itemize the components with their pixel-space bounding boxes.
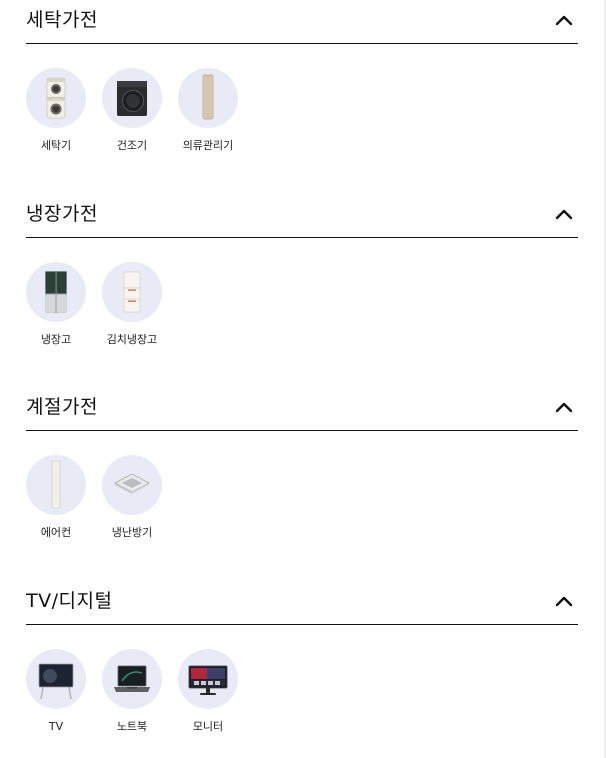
refrigerator-icon xyxy=(26,262,86,322)
category-item-refrigerator[interactable]: 냉장고 xyxy=(18,262,94,352)
chevron-up-icon[interactable] xyxy=(554,593,574,609)
category-item-hvac[interactable]: 냉난방기 xyxy=(94,455,170,545)
washer-tower-icon xyxy=(26,68,86,128)
chevron-up-icon[interactable] xyxy=(554,399,574,415)
item-label: 세탁기 xyxy=(40,139,72,152)
tv-icon xyxy=(26,649,86,709)
item-label: 의류관리기 xyxy=(182,139,234,152)
category-item-dryer[interactable]: 건조기 xyxy=(94,68,170,158)
item-label: 모니터 xyxy=(192,720,224,733)
item-label: 에어컨 xyxy=(40,526,72,539)
section-header-refrigeration[interactable]: 냉장가전 xyxy=(26,194,578,238)
chevron-up-icon[interactable] xyxy=(554,12,574,28)
chevron-up-icon[interactable] xyxy=(554,206,574,222)
item-label: 냉난방기 xyxy=(111,526,153,539)
category-items: TV 노트북 모니터 xyxy=(26,649,578,739)
category-items: 냉장고 김치냉장고 xyxy=(26,262,578,352)
section-header-laundry[interactable]: 세탁가전 xyxy=(26,0,578,44)
category-items: 에어컨 냉난방기 xyxy=(26,455,578,545)
category-item-clothing-care[interactable]: 의류관리기 xyxy=(170,68,246,158)
category-section-refrigeration: 냉장가전 냉장고 김치냉장고 xyxy=(26,194,578,346)
category-section-seasonal: 계절가전 에어컨 냉난방기 xyxy=(26,387,578,539)
item-label: 김치냉장고 xyxy=(106,333,158,346)
ceiling-hvac-icon xyxy=(102,455,162,515)
air-conditioner-icon xyxy=(26,455,86,515)
clothing-care-icon xyxy=(178,68,238,128)
category-item-washer[interactable]: 세탁기 xyxy=(18,68,94,158)
kimchi-refrigerator-icon xyxy=(102,262,162,322)
section-header-tv-digital[interactable]: TV/디지털 xyxy=(26,581,578,625)
category-item-tv[interactable]: TV xyxy=(18,649,94,739)
category-section-laundry: 세탁가전 세탁기 건조기 의류관리기 xyxy=(26,0,578,152)
item-label: 냉장고 xyxy=(40,333,72,346)
section-title: 냉장가전 xyxy=(26,203,98,225)
section-title: TV/디지털 xyxy=(26,590,113,612)
category-item-monitor[interactable]: 모니터 xyxy=(170,649,246,739)
section-header-seasonal[interactable]: 계절가전 xyxy=(26,387,578,431)
category-section-tv-digital: TV/디지털 TV 노트북 모니터 xyxy=(26,581,578,733)
category-item-laptop[interactable]: 노트북 xyxy=(94,649,170,739)
section-title: 세탁가전 xyxy=(26,9,98,31)
dryer-icon xyxy=(102,68,162,128)
item-label: 노트북 xyxy=(116,720,148,733)
category-item-kimchi-refrigerator[interactable]: 김치냉장고 xyxy=(94,262,170,352)
section-title: 계절가전 xyxy=(26,396,98,418)
laptop-icon xyxy=(102,649,162,709)
monitor-icon xyxy=(178,649,238,709)
item-label: 건조기 xyxy=(116,139,148,152)
category-item-air-conditioner[interactable]: 에어컨 xyxy=(18,455,94,545)
item-label: TV xyxy=(48,720,64,733)
category-items: 세탁기 건조기 의류관리기 xyxy=(26,68,578,158)
